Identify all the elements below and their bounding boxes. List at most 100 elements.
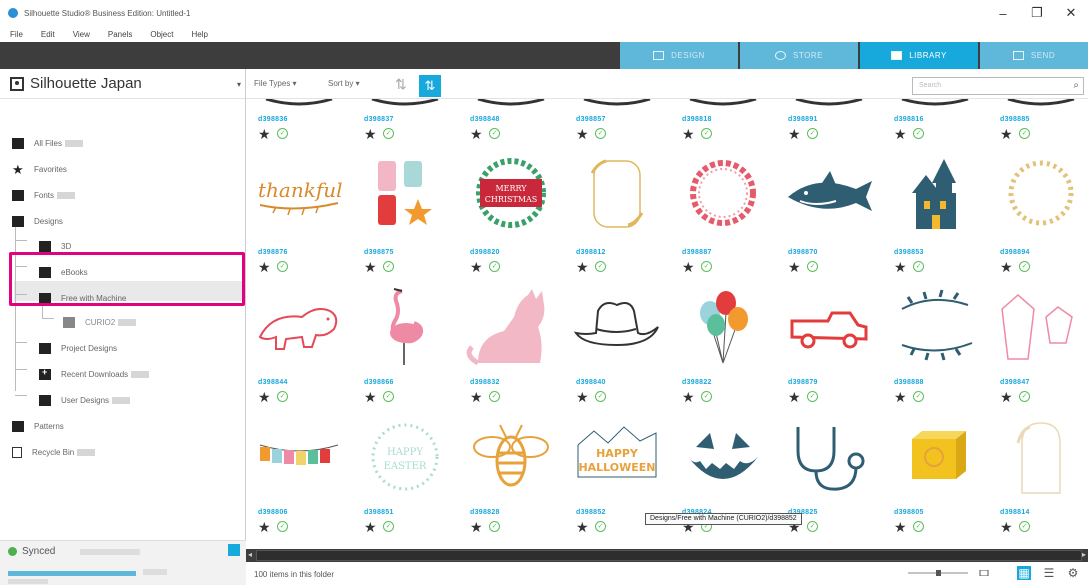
tree-item-recent-downloads[interactable]: Recent Downloads	[39, 365, 150, 383]
favorite-star-icon[interactable]: ★	[364, 390, 377, 404]
tab-design[interactable]: DESIGN	[620, 42, 738, 69]
tab-send[interactable]: SEND	[980, 42, 1088, 69]
tree-item-patterns[interactable]: Patterns	[12, 417, 64, 435]
favorite-star-icon[interactable]: ★	[364, 520, 377, 534]
design-thumbnail-thankful[interactable]: thankful	[246, 153, 352, 236]
design-thumbnail-pumpkin-face[interactable]	[670, 417, 776, 500]
sort-descending-button[interactable]: ⇅	[419, 75, 441, 97]
tree-item-curio2[interactable]: CURIO2	[63, 313, 137, 331]
tree-item-recycle-bin[interactable]: Recycle Bin	[12, 443, 96, 461]
design-thumbnail-partial-shape[interactable]	[352, 99, 458, 116]
search-input[interactable]: Search ⌕	[912, 77, 1084, 95]
favorite-star-icon[interactable]: ★	[894, 390, 907, 404]
tree-item-user-designs[interactable]: User Designs	[39, 391, 131, 409]
favorite-star-icon[interactable]: ★	[258, 520, 271, 534]
menu-view[interactable]: View	[73, 30, 90, 39]
favorite-star-icon[interactable]: ★	[470, 127, 483, 141]
design-thumbnail-dinosaur[interactable]	[246, 287, 352, 370]
list-view-button[interactable]: ☰	[1042, 566, 1056, 580]
sort-ascending-icon[interactable]: ⇅	[395, 76, 407, 93]
scroll-left-icon[interactable]: ◂	[248, 550, 252, 559]
menu-panels[interactable]: Panels	[108, 30, 132, 39]
design-thumbnail-branches[interactable]	[882, 287, 988, 370]
design-thumbnail-cat[interactable]	[458, 287, 564, 370]
design-thumbnail-gold-wreath[interactable]	[988, 153, 1088, 236]
favorite-star-icon[interactable]: ★	[894, 260, 907, 274]
design-thumbnail-gold-frame[interactable]	[564, 153, 670, 236]
design-thumbnail-happy-easter[interactable]: HAPPY EASTER	[352, 417, 458, 500]
menu-help[interactable]: Help	[191, 30, 207, 39]
favorite-star-icon[interactable]: ★	[258, 127, 271, 141]
design-thumbnail-floral-wreath[interactable]	[670, 153, 776, 236]
design-thumbnail-truck[interactable]	[776, 287, 882, 370]
favorite-star-icon[interactable]: ★	[894, 127, 907, 141]
design-thumbnail-gift-tags[interactable]	[352, 153, 458, 236]
sync-refresh-button[interactable]	[228, 544, 240, 556]
design-thumbnail-flamingo[interactable]	[352, 287, 458, 370]
library-dropdown-icon[interactable]: ▾	[237, 80, 241, 89]
design-thumbnail-bee[interactable]	[458, 417, 564, 500]
design-thumbnail-merry-christmas[interactable]: MERRY CHRISTMAS	[458, 153, 564, 236]
tree-item-favorites[interactable]: ★ Favorites	[12, 160, 67, 178]
maximize-button[interactable]: ❐	[1020, 0, 1054, 26]
design-thumbnail-partial-shape[interactable]	[458, 99, 564, 116]
design-thumbnail-balloons[interactable]	[670, 287, 776, 370]
menu-edit[interactable]: Edit	[41, 30, 55, 39]
favorite-star-icon[interactable]: ★	[576, 520, 589, 534]
menu-object[interactable]: Object	[150, 30, 173, 39]
sort-by-dropdown[interactable]: Sort by ▾	[328, 79, 360, 88]
design-thumbnail-arch-frame[interactable]	[988, 417, 1088, 500]
design-thumbnail-shark[interactable]	[776, 153, 882, 236]
favorite-star-icon[interactable]: ★	[258, 390, 271, 404]
search-icon[interactable]: ⌕	[1073, 80, 1079, 91]
favorite-star-icon[interactable]: ★	[682, 260, 695, 274]
tree-item-fonts[interactable]: Fonts	[12, 186, 76, 204]
minimize-button[interactable]: –	[986, 0, 1020, 26]
design-thumbnail-partial-shape[interactable]	[670, 99, 776, 116]
menu-file[interactable]: File	[10, 30, 23, 39]
favorite-star-icon[interactable]: ★	[470, 390, 483, 404]
scroll-right-icon[interactable]: ▸	[1082, 550, 1086, 559]
favorite-star-icon[interactable]: ★	[788, 127, 801, 141]
favorite-star-icon[interactable]: ★	[258, 260, 271, 274]
zoom-slider[interactable]	[908, 570, 992, 576]
design-thumbnail-partial-shape[interactable]	[564, 99, 670, 116]
scrollbar-thumb[interactable]	[256, 550, 1082, 561]
design-thumbnail-cowboy-hat[interactable]	[564, 287, 670, 370]
favorite-star-icon[interactable]: ★	[788, 390, 801, 404]
grid-view-button[interactable]: ▦	[1017, 566, 1031, 580]
tree-item-project-designs[interactable]: Project Designs	[39, 339, 117, 357]
favorite-star-icon[interactable]: ★	[576, 390, 589, 404]
design-thumbnail-partial-shape[interactable]	[882, 99, 988, 116]
favorite-star-icon[interactable]: ★	[1000, 127, 1013, 141]
design-thumbnail-banner[interactable]	[246, 417, 352, 500]
favorite-star-icon[interactable]: ★	[894, 520, 907, 534]
favorite-star-icon[interactable]: ★	[682, 127, 695, 141]
tab-store[interactable]: STORE	[740, 42, 858, 69]
horizontal-scrollbar[interactable]: ◂ ▸	[246, 549, 1088, 562]
library-header[interactable]: Silhouette Japan	[0, 69, 245, 99]
favorite-star-icon[interactable]: ★	[1000, 260, 1013, 274]
design-thumbnail-partial-shape[interactable]	[246, 99, 352, 116]
tree-item-designs[interactable]: Designs	[12, 212, 63, 230]
favorite-star-icon[interactable]: ★	[470, 520, 483, 534]
tab-library[interactable]: LIBRARY	[860, 42, 978, 69]
favorite-star-icon[interactable]: ★	[1000, 390, 1013, 404]
design-thumbnail-partial-shape[interactable]	[988, 99, 1088, 116]
close-button[interactable]: ✕	[1054, 0, 1088, 26]
design-thumbnail-happy-halloween[interactable]: HAPPY HALLOWEEN	[564, 417, 670, 500]
favorite-star-icon[interactable]: ★	[788, 260, 801, 274]
design-thumbnail-stethoscope[interactable]	[776, 417, 882, 500]
tree-item-all-files[interactable]: All Files	[12, 134, 84, 152]
favorite-star-icon[interactable]: ★	[364, 260, 377, 274]
design-thumbnail-haunted-house[interactable]	[882, 153, 988, 236]
file-types-dropdown[interactable]: File Types ▾	[254, 79, 297, 88]
favorite-star-icon[interactable]: ★	[470, 260, 483, 274]
settings-icon[interactable]: ⚙	[1066, 566, 1080, 580]
design-thumbnail-yellow-box[interactable]	[882, 417, 988, 500]
favorite-star-icon[interactable]: ★	[576, 260, 589, 274]
favorite-star-icon[interactable]: ★	[682, 390, 695, 404]
favorite-star-icon[interactable]: ★	[576, 127, 589, 141]
favorite-star-icon[interactable]: ★	[364, 127, 377, 141]
favorite-star-icon[interactable]: ★	[1000, 520, 1013, 534]
